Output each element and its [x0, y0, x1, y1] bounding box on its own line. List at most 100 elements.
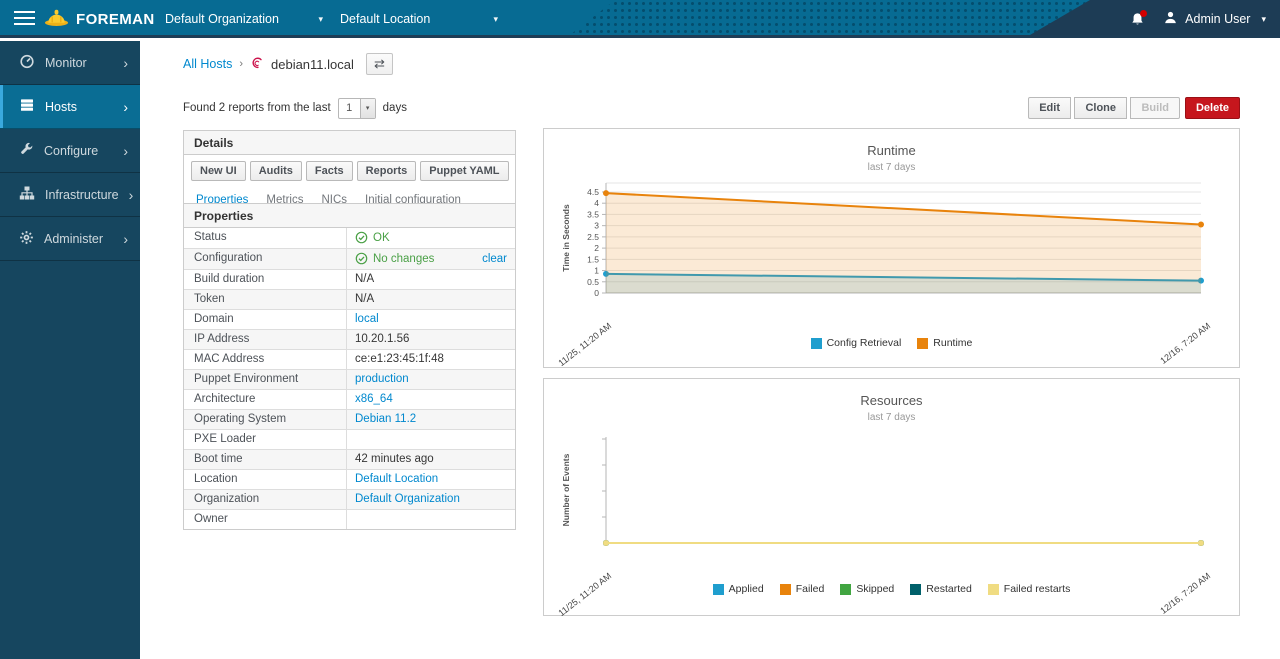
property-link[interactable]: x86_64 [355, 393, 393, 405]
legend-swatch [840, 584, 851, 595]
legend-item[interactable]: Config Retrieval [811, 337, 902, 349]
chevron-right-icon: › [123, 144, 128, 158]
edit-button[interactable]: Edit [1028, 97, 1071, 119]
property-link[interactable]: Debian 11.2 [355, 413, 416, 425]
puppet-yaml-button[interactable]: Puppet YAML [420, 161, 508, 181]
property-row: Domain local [184, 309, 515, 329]
chart-subtitle: last 7 days [544, 412, 1239, 423]
organization-selector[interactable]: Default Organization ▾ [165, 0, 323, 38]
notifications-bell-icon[interactable] [1130, 12, 1145, 27]
location-selector-label: Default Location [340, 12, 430, 26]
sidebar-item-infrastructure[interactable]: Infrastructure › [0, 173, 140, 217]
property-value [346, 510, 515, 529]
user-menu[interactable]: Admin User ▾ [1163, 10, 1266, 28]
property-label: Puppet Environment [184, 370, 346, 389]
property-link[interactable]: local [355, 313, 379, 325]
resources-chart-panel: Resources last 7 days 11/25, 11:20 AM12/… [543, 378, 1240, 616]
clone-button[interactable]: Clone [1074, 97, 1127, 119]
properties-table-title: Properties [184, 204, 515, 228]
build-button[interactable]: Build [1130, 97, 1180, 119]
facts-button[interactable]: Facts [306, 161, 353, 181]
menu-icon[interactable] [14, 11, 35, 27]
property-label: Boot time [184, 450, 346, 469]
property-value: x86_64 [346, 390, 515, 409]
audits-button[interactable]: Audits [250, 161, 302, 181]
property-value: No changesclear [346, 249, 515, 269]
sidebar-item-label: Hosts [45, 100, 77, 114]
chevron-right-icon: › [123, 56, 128, 70]
chevron-right-icon: › [123, 232, 128, 246]
legend-item[interactable]: Applied [713, 583, 764, 595]
delete-button[interactable]: Delete [1185, 97, 1240, 119]
host-switcher-button[interactable]: ⇄ [366, 53, 393, 75]
property-row: Puppet Environment production [184, 369, 515, 389]
property-label: Operating System [184, 410, 346, 429]
clear-link[interactable]: clear [482, 253, 507, 265]
report-days-value: 1 [339, 99, 360, 118]
chevron-down-icon: ▾ [318, 14, 323, 25]
legend-swatch [811, 338, 822, 349]
property-value: N/A [346, 270, 515, 289]
legend-item[interactable]: Restarted [910, 583, 972, 595]
property-label: MAC Address [184, 350, 346, 369]
property-row: Owner [184, 509, 515, 529]
chevron-down-icon: ▾ [360, 99, 375, 118]
sidebar-item-hosts[interactable]: Hosts › [0, 85, 140, 129]
reports-text-suffix: days [383, 102, 407, 114]
property-row: PXE Loader [184, 429, 515, 449]
sidebar-item-monitor[interactable]: Monitor › [0, 41, 140, 85]
brand[interactable]: FOREMAN [44, 4, 155, 34]
legend-item[interactable]: Failed [780, 583, 825, 595]
legend-item[interactable]: Failed restarts [988, 583, 1071, 595]
svg-text:0.5: 0.5 [587, 277, 599, 287]
property-label: Domain [184, 310, 346, 329]
host-name: debian11.local [271, 57, 354, 72]
debian-swirl-icon [250, 56, 264, 73]
svg-text:4.5: 4.5 [587, 187, 599, 197]
sidebar-item-administer[interactable]: Administer › [0, 217, 140, 261]
legend-swatch [917, 338, 928, 349]
reports-text-prefix: Found 2 reports from the last [183, 102, 331, 114]
vertical-nav: Monitor › Hosts › Configure › Infrastruc… [0, 41, 140, 659]
location-selector[interactable]: Default Location ▾ [340, 0, 498, 38]
masthead-pattern [570, 0, 1090, 35]
breadcrumb-separator-icon: › [239, 58, 243, 70]
chevron-down-icon: ▾ [493, 14, 498, 25]
property-row: TokenN/A [184, 289, 515, 309]
report-days-select[interactable]: 1 ▾ [338, 98, 376, 119]
property-link[interactable]: Default Location [355, 473, 438, 485]
brand-title: FOREMAN [76, 11, 155, 28]
breadcrumb: All Hosts › debian11.local ⇄ [183, 53, 393, 75]
legend-label: Failed [796, 583, 825, 595]
legend-label: Skipped [856, 583, 894, 595]
legend-item[interactable]: Runtime [917, 337, 972, 349]
property-link[interactable]: production [355, 373, 409, 385]
organization-selector-label: Default Organization [165, 12, 279, 26]
svg-text:4: 4 [594, 198, 599, 208]
property-row: Build durationN/A [184, 269, 515, 289]
legend-swatch [780, 584, 791, 595]
property-row: Architecturex86_64 [184, 389, 515, 409]
reports-button[interactable]: Reports [357, 161, 417, 181]
sidebar-item-label: Infrastructure [45, 188, 119, 202]
legend-swatch [713, 584, 724, 595]
check-circle-icon [355, 231, 368, 244]
legend-item[interactable]: Skipped [840, 583, 894, 595]
chart-title: Runtime [544, 143, 1239, 158]
property-value: N/A [346, 290, 515, 309]
host-switcher-icon: ⇄ [374, 56, 385, 71]
sidebar-item-label: Administer [44, 232, 103, 246]
properties-table: Properties StatusOKConfigurationNo chang… [183, 203, 516, 530]
runtime-chart-legend: Config Retrieval Runtime [544, 337, 1239, 349]
svg-text:1.5: 1.5 [587, 254, 599, 264]
legend-label: Failed restarts [1004, 583, 1071, 595]
property-label: IP Address [184, 330, 346, 349]
chart-subtitle: last 7 days [544, 162, 1239, 173]
property-label: Organization [184, 490, 346, 509]
new-ui-button[interactable]: New UI [191, 161, 246, 181]
breadcrumb-all-hosts-link[interactable]: All Hosts [183, 57, 232, 71]
sidebar-item-configure[interactable]: Configure › [0, 129, 140, 173]
wrench-icon [19, 142, 34, 160]
property-link[interactable]: Default Organization [355, 493, 460, 505]
property-label: Configuration [184, 249, 346, 269]
